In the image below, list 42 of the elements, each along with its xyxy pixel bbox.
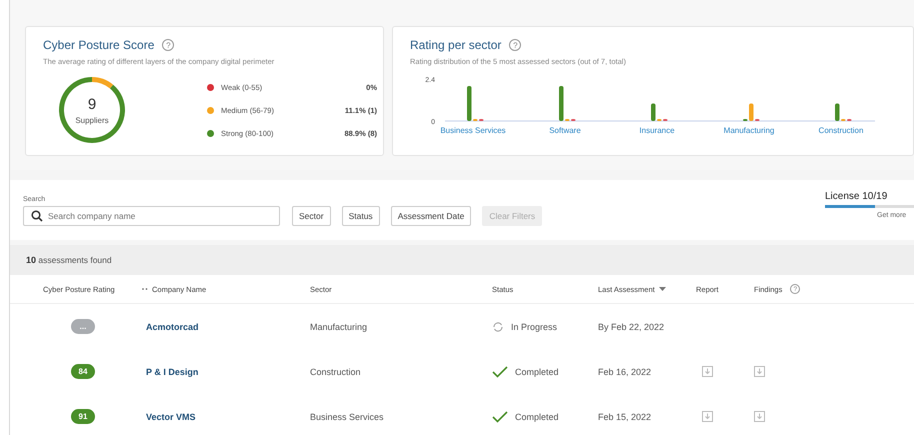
category-link[interactable]: Software (549, 126, 581, 135)
search-icon (31, 210, 43, 222)
sector-text: Manufacturing (310, 322, 368, 332)
card-title: Rating per sector (410, 38, 502, 52)
bar (559, 86, 564, 121)
help-icon[interactable]: ? (509, 39, 522, 51)
status-text: In Progress (511, 322, 558, 332)
results-count: 10 assessments found (26, 255, 112, 265)
date-text: Feb 16, 2022 (598, 366, 652, 376)
download-icon[interactable] (754, 411, 765, 422)
status-text: Completed (515, 412, 559, 422)
company-link[interactable]: Acmotorcad (146, 322, 199, 332)
help-icon[interactable]: ? (162, 39, 174, 51)
date-text: By Feb 22, 2022 (598, 322, 664, 332)
category-link[interactable]: Construction (818, 126, 864, 135)
drag-icon[interactable] (142, 287, 148, 291)
search-field[interactable]: Search company name (23, 206, 280, 226)
bar (467, 86, 472, 121)
download-icon[interactable] (754, 366, 765, 377)
download-icon[interactable] (702, 366, 713, 377)
sector-text: Construction (310, 366, 361, 376)
filter-button[interactable]: Status (342, 206, 380, 226)
filter-button[interactable]: Assessment Date (390, 206, 472, 226)
filter-button[interactable]: Sector (292, 206, 331, 226)
company-link[interactable]: Vector VMS (146, 412, 196, 422)
sector-text: Business Services (310, 412, 384, 422)
download-icon[interactable] (702, 411, 713, 422)
rating-badge: 84 (71, 364, 95, 379)
bar (651, 104, 656, 121)
rating-badge: ... (71, 319, 95, 334)
status-text: Completed (515, 366, 559, 376)
category-link[interactable]: Manufacturing (724, 126, 774, 135)
bar (835, 104, 840, 121)
card-title: Cyber Posture Score (43, 38, 154, 52)
bar (749, 104, 754, 121)
company-link[interactable]: P & I Design (146, 366, 198, 376)
license-label: License 10/19 (825, 191, 888, 202)
rating-badge: 91 (71, 409, 95, 424)
category-link[interactable]: Insurance (639, 126, 675, 135)
category-link[interactable]: Business Services (440, 126, 506, 135)
date-text: Feb 15, 2022 (598, 412, 652, 422)
sort-icon[interactable] (658, 287, 666, 291)
